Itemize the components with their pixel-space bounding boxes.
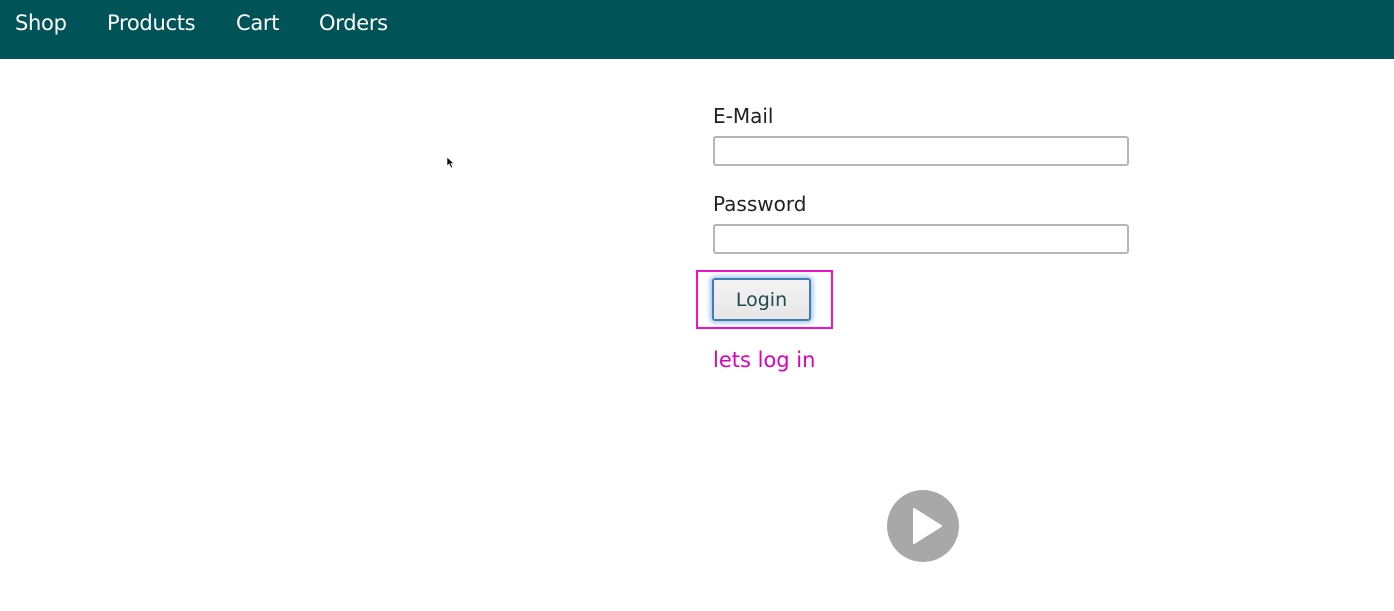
- password-label: Password: [713, 192, 807, 216]
- play-button[interactable]: [887, 490, 959, 562]
- email-field[interactable]: [713, 136, 1129, 166]
- annotation-text: lets log in: [713, 348, 816, 372]
- login-button[interactable]: Login: [712, 278, 811, 321]
- nav-item-products[interactable]: Products: [107, 10, 196, 36]
- nav-item-orders[interactable]: Orders: [319, 10, 388, 36]
- nav-item-shop[interactable]: Shop: [15, 10, 67, 36]
- email-label: E-Mail: [713, 104, 774, 128]
- mouse-pointer-icon: [446, 156, 455, 169]
- play-icon: [913, 508, 942, 544]
- nav-item-cart[interactable]: Cart: [236, 10, 280, 36]
- password-field[interactable]: [713, 224, 1129, 254]
- top-navbar: Shop Products Cart Orders: [0, 0, 1394, 59]
